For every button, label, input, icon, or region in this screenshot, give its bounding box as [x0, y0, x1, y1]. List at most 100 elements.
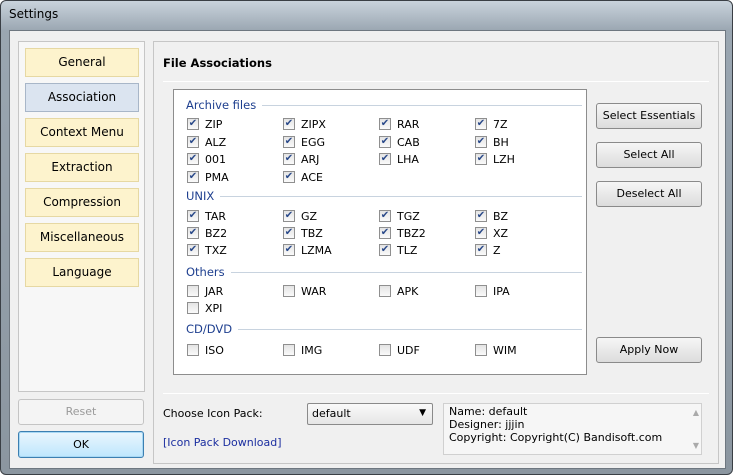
checkbox-lha[interactable]: ✔ LHA: [379, 152, 419, 166]
checkbox-tbz[interactable]: ✔ TBZ: [283, 226, 323, 240]
checkbox-label: TLZ: [397, 243, 418, 257]
checkbox-iso[interactable]: ISO: [187, 343, 224, 357]
checkmark-icon: ✔: [379, 210, 391, 222]
checkmark-icon: ✔: [379, 244, 391, 256]
sidebar-item-context-menu[interactable]: Context Menu: [25, 118, 139, 147]
checkbox-label: ZIP: [205, 117, 223, 131]
checkbox-apk[interactable]: APK: [379, 284, 418, 298]
group-label: Others: [186, 265, 231, 279]
scroll-up-icon[interactable]: ▲: [693, 406, 699, 419]
checkmark-icon: ✔: [475, 227, 487, 239]
checkbox-z[interactable]: ✔ Z: [475, 243, 501, 257]
deselect-all-button[interactable]: Deselect All: [596, 181, 702, 207]
sidebar-item-general[interactable]: General: [25, 48, 139, 77]
checkbox-wim[interactable]: WIM: [475, 343, 517, 357]
checkbox-label: 7Z: [493, 117, 508, 131]
checkbox-pma[interactable]: ✔ PMA: [187, 170, 229, 184]
checkbox-gz[interactable]: ✔ GZ: [283, 209, 317, 223]
checkbox-img[interactable]: IMG: [283, 343, 322, 357]
checkbox-txz[interactable]: ✔ TXZ: [187, 243, 227, 257]
checkbox-tgz[interactable]: ✔ TGZ: [379, 209, 420, 223]
group-header: CD/DVD: [186, 322, 582, 336]
checkbox-empty-icon: [187, 344, 199, 356]
checkbox-xpi[interactable]: XPI: [187, 301, 222, 315]
checkmark-icon: ✔: [379, 227, 391, 239]
checkbox-lzh[interactable]: ✔ LZH: [475, 152, 515, 166]
checkbox-label: JAR: [205, 284, 224, 298]
checkbox-jar[interactable]: JAR: [187, 284, 223, 298]
checkbox-ipa[interactable]: IPA: [475, 284, 510, 298]
sidebar-item-language[interactable]: Language: [25, 258, 139, 287]
chevron-down-icon: ▼: [419, 408, 426, 418]
checkmark-icon: ✔: [187, 227, 199, 239]
checkbox-label: XPI: [205, 301, 223, 315]
checkbox-tbz2[interactable]: ✔ TBZ2: [379, 226, 426, 240]
checkbox-label: TBZ2: [397, 226, 426, 240]
checkbox-empty-icon: [475, 285, 487, 297]
apply-now-button[interactable]: Apply Now: [596, 337, 702, 363]
checkmark-icon: ✔: [187, 118, 199, 130]
checkbox-label: APK: [397, 284, 419, 298]
checkmark-icon: ✔: [475, 118, 487, 130]
group-label: CD/DVD: [186, 322, 239, 336]
sidebar-item-miscellaneous[interactable]: Miscellaneous: [25, 223, 139, 252]
main-panel: File Associations Archive files ✔ ZIP ✔ ZIPX…: [153, 41, 719, 464]
checkbox-label: WAR: [301, 284, 327, 298]
sidebar-item-compression[interactable]: Compression: [25, 188, 139, 217]
checkbox-empty-icon: [379, 285, 391, 297]
checkbox-tar[interactable]: ✔ TAR: [187, 209, 226, 223]
checkbox-empty-icon: [283, 344, 295, 356]
info-copyright: Copyright: Copyright(C) Bandisoft.com: [449, 431, 663, 444]
checkbox-bz2[interactable]: ✔ BZ2: [187, 226, 227, 240]
divider: [163, 81, 709, 82]
checkbox-zipx[interactable]: ✔ ZIPX: [283, 117, 326, 131]
checkmark-icon: ✔: [187, 210, 199, 222]
checkbox-cab[interactable]: ✔ CAB: [379, 135, 420, 149]
checkbox-tlz[interactable]: ✔ TLZ: [379, 243, 417, 257]
checkbox-empty-icon: [283, 285, 295, 297]
checkbox-label: ALZ: [205, 135, 227, 149]
icon-pack-dropdown[interactable]: default ▼: [307, 403, 433, 425]
ok-button[interactable]: OK: [18, 431, 144, 458]
reset-button[interactable]: Reset: [18, 399, 144, 425]
group-header: Archive files: [186, 98, 582, 112]
checkbox-war[interactable]: WAR: [283, 284, 326, 298]
checkbox-label: LZH: [493, 152, 515, 166]
checkmark-icon: ✔: [283, 210, 295, 222]
checkbox-xz[interactable]: ✔ XZ: [475, 226, 508, 240]
group-header: Others: [186, 265, 582, 279]
checkbox-alz[interactable]: ✔ ALZ: [187, 135, 226, 149]
sidebar: General Association Context Menu Extraction…: [18, 41, 145, 392]
checkbox-001[interactable]: ✔ 001: [187, 152, 226, 166]
checkbox-bh[interactable]: ✔ BH: [475, 135, 509, 149]
checkbox-rar[interactable]: ✔ RAR: [379, 117, 419, 131]
icon-pack-download-link[interactable]: [Icon Pack Download]: [163, 436, 282, 449]
checkbox-label: BZ: [493, 209, 509, 223]
sidebar-item-extraction[interactable]: Extraction: [25, 153, 139, 182]
checkmark-icon: ✔: [187, 136, 199, 148]
checkbox-egg[interactable]: ✔ EGG: [283, 135, 325, 149]
checkbox-arj[interactable]: ✔ ARJ: [283, 152, 319, 166]
client-area: General Association Context Menu Extraction…: [9, 30, 726, 469]
checkmark-icon: ✔: [283, 244, 295, 256]
checkbox-lzma[interactable]: ✔ LZMA: [283, 243, 332, 257]
checkbox-empty-icon: [379, 344, 391, 356]
checkbox-zip[interactable]: ✔ ZIP: [187, 117, 222, 131]
select-essentials-button[interactable]: Select Essentials: [596, 103, 702, 129]
checkbox-label: TBZ: [301, 226, 323, 240]
checkbox-bz[interactable]: ✔ BZ: [475, 209, 508, 223]
icon-pack-label: Choose Icon Pack:: [163, 407, 263, 420]
checkbox-ace[interactable]: ✔ ACE: [283, 170, 323, 184]
checkbox-udf[interactable]: UDF: [379, 343, 420, 357]
info-designer: Designer: jjjin: [449, 418, 525, 431]
sidebar-item-association[interactable]: Association: [25, 83, 139, 112]
checkbox-7z[interactable]: ✔ 7Z: [475, 117, 508, 131]
checkmark-icon: ✔: [475, 153, 487, 165]
checkbox-label: WIM: [493, 343, 517, 357]
checkbox-label: ACE: [301, 170, 323, 184]
group-header: UNIX: [186, 189, 582, 203]
scroll-down-icon[interactable]: ▼: [693, 439, 699, 452]
checkbox-label: BH: [493, 135, 509, 149]
checkbox-label: TGZ: [397, 209, 420, 223]
select-all-button[interactable]: Select All: [596, 142, 702, 168]
